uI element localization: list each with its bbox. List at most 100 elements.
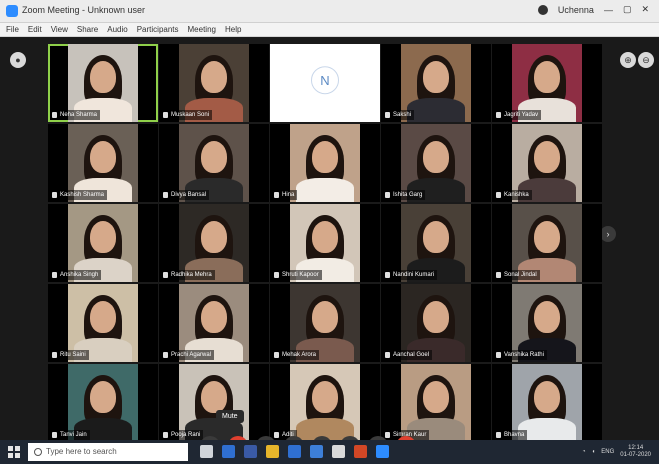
participant-tile[interactable]: Divya Bansal bbox=[159, 124, 269, 202]
menu-help[interactable]: Help bbox=[225, 23, 241, 36]
dropbox-icon[interactable] bbox=[244, 445, 257, 458]
participant-tile[interactable]: Anshika Singh bbox=[48, 204, 158, 282]
participant-face bbox=[533, 301, 560, 334]
menu-meeting[interactable]: Meeting bbox=[188, 23, 216, 36]
participant-face bbox=[311, 141, 338, 174]
mail-icon[interactable] bbox=[288, 445, 301, 458]
system-tray: ◔ ◖ ENG 12:14 01-07-2020 bbox=[582, 445, 651, 459]
participant-tile[interactable]: Kanishka bbox=[492, 124, 602, 202]
store-icon[interactable] bbox=[310, 445, 323, 458]
fullscreen-icon[interactable]: ⊖ bbox=[638, 52, 654, 68]
participant-name-label: Kanishka bbox=[494, 190, 532, 200]
participant-tile[interactable]: N bbox=[270, 44, 380, 122]
participant-name-label: Pooja Rani bbox=[161, 430, 204, 440]
info-icon[interactable]: ● bbox=[10, 52, 26, 68]
menu-participants[interactable]: Participants bbox=[137, 23, 179, 36]
edge-icon[interactable] bbox=[222, 445, 235, 458]
participant-tile[interactable]: Vanshika Rathi bbox=[492, 284, 602, 362]
account-name[interactable]: Uchenna bbox=[558, 5, 594, 15]
menu-share[interactable]: Share bbox=[77, 23, 98, 36]
maximize-icon[interactable]: ▢ bbox=[623, 4, 632, 15]
participant-face bbox=[200, 61, 227, 94]
participant-tile[interactable]: Ritu Saini bbox=[48, 284, 158, 362]
participant-tile[interactable]: Tanvi Jain bbox=[48, 364, 158, 442]
menu-view[interactable]: View bbox=[51, 23, 68, 36]
participant-face bbox=[533, 381, 560, 414]
participant-name-label: Hina bbox=[272, 190, 298, 200]
participant-name-label: Anshika Singh bbox=[50, 270, 102, 280]
zoom-taskbar-icon[interactable] bbox=[376, 445, 389, 458]
app-icon[interactable] bbox=[332, 445, 345, 458]
title-bar: Zoom Meeting - Unknown user Uchenna — ▢ … bbox=[0, 0, 659, 23]
participant-tile[interactable]: Shruti Kapoor bbox=[270, 204, 380, 282]
participant-tile[interactable]: Muskaan Soni bbox=[159, 44, 269, 122]
participant-tile[interactable]: Ishita Garg bbox=[381, 124, 491, 202]
avatar-initial: N bbox=[311, 66, 339, 95]
participant-face bbox=[200, 221, 227, 254]
menu-audio[interactable]: Audio bbox=[107, 23, 127, 36]
view-toggle-icon[interactable]: ⊕ bbox=[620, 52, 636, 68]
participant-tile[interactable]: Neha Sharma bbox=[48, 44, 158, 122]
participant-tile[interactable]: Prachi Agarwal bbox=[159, 284, 269, 362]
powerpoint-icon[interactable] bbox=[354, 445, 367, 458]
participant-name-label: Shruti Kapoor bbox=[272, 270, 322, 280]
participant-tile[interactable]: Sakshi bbox=[381, 44, 491, 122]
taskbar-pinned-apps bbox=[200, 445, 389, 458]
participant-name-label: Nandini Kumari bbox=[383, 270, 438, 280]
participant-tile[interactable]: Mehak Arora bbox=[270, 284, 380, 362]
participant-name-label: Aanchal Goel bbox=[383, 350, 433, 360]
file-explorer-icon[interactable] bbox=[266, 445, 279, 458]
participant-name-label: Kashish Sharma bbox=[50, 190, 108, 200]
volume-icon[interactable]: ◖ bbox=[592, 449, 596, 455]
participant-tile[interactable]: Hina bbox=[270, 124, 380, 202]
user-avatar[interactable] bbox=[537, 4, 548, 15]
participant-name-label: Tanvi Jain bbox=[50, 430, 90, 440]
participant-face bbox=[311, 301, 338, 334]
clock-time: 12:14 bbox=[628, 445, 644, 451]
participant-name-label: Vanshika Rathi bbox=[494, 350, 547, 360]
participant-name-label: Prachi Agarwal bbox=[161, 350, 215, 360]
zoom-app-icon bbox=[6, 5, 18, 17]
minimize-icon[interactable]: — bbox=[604, 5, 613, 15]
clock[interactable]: 12:14 01-07-2020 bbox=[620, 445, 651, 459]
close-icon[interactable]: ✕ bbox=[641, 4, 649, 15]
participant-face bbox=[422, 381, 449, 414]
participant-body bbox=[295, 178, 354, 202]
windows-taskbar: Type here to search ◔ ◖ ENG 12:14 01-07-… bbox=[0, 440, 659, 464]
participant-tile[interactable]: Pooja Rani bbox=[159, 364, 269, 442]
participant-name-label: Ishita Garg bbox=[383, 190, 426, 200]
participant-name-label: Ritu Saini bbox=[50, 350, 89, 360]
participant-video bbox=[289, 124, 361, 202]
participant-face bbox=[200, 301, 227, 334]
taskbar-search-input[interactable]: Type here to search bbox=[28, 443, 188, 461]
participant-tile[interactable]: Aditi bbox=[270, 364, 380, 442]
participant-face bbox=[89, 141, 116, 174]
participant-name-label: Divya Bansal bbox=[161, 190, 210, 200]
menu-edit[interactable]: Edit bbox=[28, 23, 42, 36]
participant-tile[interactable]: Radhika Mehra bbox=[159, 204, 269, 282]
participant-face bbox=[533, 221, 560, 254]
participant-name-label: Sonal Jindal bbox=[494, 270, 540, 280]
participant-tile[interactable]: Bhavna bbox=[492, 364, 602, 442]
participant-face bbox=[89, 221, 116, 254]
participant-face bbox=[422, 301, 449, 334]
task-view-icon[interactable] bbox=[200, 445, 213, 458]
participant-face bbox=[89, 381, 116, 414]
language-indicator[interactable]: ENG bbox=[601, 449, 614, 455]
participant-tile[interactable]: Aanchal Goel bbox=[381, 284, 491, 362]
participant-face bbox=[533, 141, 560, 174]
participant-face bbox=[200, 381, 227, 414]
next-page-icon[interactable]: › bbox=[600, 226, 616, 242]
participant-tile[interactable]: Nandini Kumari bbox=[381, 204, 491, 282]
participant-face bbox=[89, 301, 116, 334]
meeting-stage: ● ⊕ ⊖ › Neha Sharma Muskaan Soni N Sakshi Ja… bbox=[0, 38, 659, 456]
participant-name-label: Jagriti Yadav bbox=[494, 110, 542, 120]
menu-file[interactable]: File bbox=[6, 23, 19, 36]
participant-tile[interactable]: Jagriti Yadav bbox=[492, 44, 602, 122]
participant-tile[interactable]: Sonal Jindal bbox=[492, 204, 602, 282]
gallery-grid: Neha Sharma Muskaan Soni N Sakshi Jagriti Ya… bbox=[48, 44, 602, 442]
windows-start-icon[interactable] bbox=[8, 446, 20, 458]
participant-tile[interactable]: Simran Kaur bbox=[381, 364, 491, 442]
participant-tile[interactable]: Kashish Sharma bbox=[48, 124, 158, 202]
wifi-icon[interactable]: ◔ bbox=[582, 449, 586, 455]
